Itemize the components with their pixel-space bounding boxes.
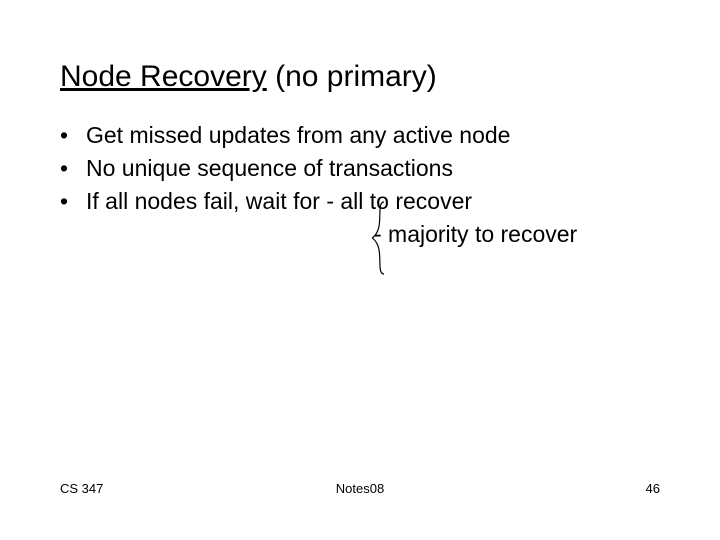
slide: Node Recovery (no primary) • Get missed … [0, 0, 720, 540]
bullet-continuation: - majority to recover [86, 219, 670, 250]
bullet-dot-icon: • [60, 153, 86, 184]
bullet-item: • No unique sequence of transactions [60, 153, 670, 184]
title-rest: (no primary) [267, 60, 437, 93]
bullet-text: If all nodes fail, wait for - all to rec… [86, 186, 472, 217]
footer-right: 46 [646, 481, 660, 496]
bullet-list: • Get missed updates from any active nod… [60, 120, 670, 250]
bullet-dot-icon: • [60, 186, 86, 217]
bullet-text: No unique sequence of transactions [86, 153, 453, 184]
slide-title: Node Recovery (no primary) [60, 60, 437, 94]
footer-center: Notes08 [60, 481, 660, 496]
bullet-item: • Get missed updates from any active nod… [60, 120, 670, 151]
footer-left: CS 347 [60, 481, 103, 496]
bullet-item: • If all nodes fail, wait for - all to r… [60, 186, 670, 217]
footer: CS 347 Notes08 46 [60, 481, 660, 496]
bullet-dot-icon: • [60, 120, 86, 151]
bullet-text: Get missed updates from any active node [86, 120, 510, 151]
title-underlined: Node Recovery [60, 60, 267, 93]
